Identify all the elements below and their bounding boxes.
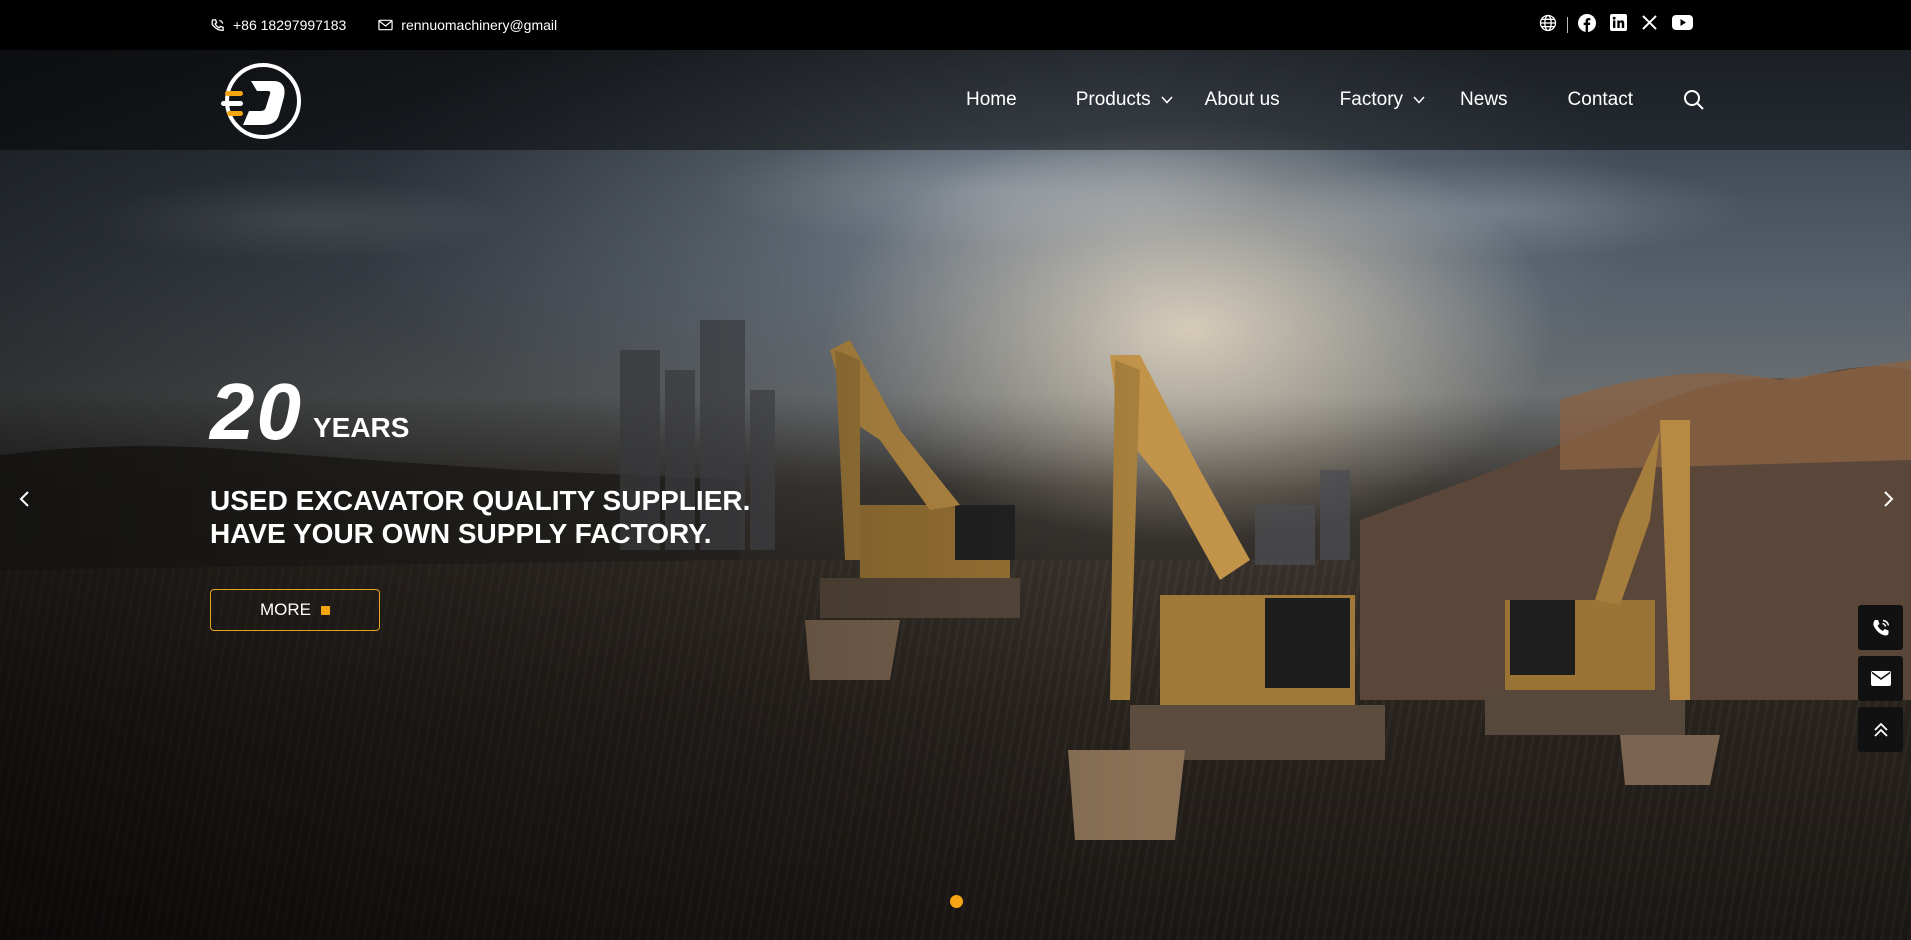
phone-icon xyxy=(210,18,225,33)
more-button[interactable]: MORE xyxy=(210,589,380,631)
nav-item-products[interactable]: Products xyxy=(1076,89,1173,111)
back-to-top-icon xyxy=(1873,722,1888,737)
back-to-top-button[interactable] xyxy=(1858,707,1903,752)
divider xyxy=(1567,17,1568,33)
email-address: rennuomachinery@gmail xyxy=(401,17,558,33)
phone-icon xyxy=(1872,619,1889,635)
linkedin-icon[interactable] xyxy=(1610,14,1627,36)
mail-icon xyxy=(1870,671,1891,686)
social-links xyxy=(1539,0,1693,50)
chevron-right-icon xyxy=(1884,491,1894,507)
email-contact[interactable]: rennuomachinery@gmail xyxy=(378,17,557,33)
float-mail-button[interactable] xyxy=(1858,656,1903,701)
slider-dot-active[interactable] xyxy=(950,895,963,908)
chevron-down-icon xyxy=(1413,96,1425,104)
contact-info: +86 18297997183 rennuomachinery@gmail xyxy=(210,0,557,50)
mail-icon xyxy=(378,19,393,31)
slider-prev-button[interactable] xyxy=(14,488,36,510)
headline-line-1: USED EXCAVATOR QUALITY SUPPLIER. xyxy=(210,485,751,516)
phone-contact[interactable]: +86 18297997183 xyxy=(210,17,346,33)
nav-item-contact[interactable]: Contact xyxy=(1568,89,1633,111)
x-icon[interactable] xyxy=(1641,14,1658,36)
chevron-down-icon xyxy=(1161,96,1173,104)
float-phone-button[interactable] xyxy=(1858,605,1903,650)
chevron-left-icon xyxy=(19,491,29,507)
nav-item-about-us[interactable]: About us xyxy=(1205,89,1280,111)
phone-number: +86 18297997183 xyxy=(233,17,347,33)
primary-nav: Home Products About us Factory News Cont… xyxy=(966,50,1633,150)
slider-next-button[interactable] xyxy=(1877,488,1899,510)
search-icon xyxy=(1684,90,1704,110)
more-button-label: MORE xyxy=(260,600,311,619)
nav-item-news[interactable]: News xyxy=(1460,89,1508,111)
years-badge: 20 YEARS xyxy=(210,372,409,452)
facebook-icon[interactable] xyxy=(1578,13,1596,37)
youtube-icon[interactable] xyxy=(1672,15,1693,35)
site-logo[interactable] xyxy=(221,63,303,139)
years-unit: YEARS xyxy=(312,412,410,443)
top-info-bar: +86 18297997183 rennuomachinery@gmail xyxy=(0,0,1911,50)
years-number: 20 xyxy=(210,367,303,456)
hero-headline: USED EXCAVATOR QUALITY SUPPLIER. HAVE YO… xyxy=(210,484,750,550)
main-navbar: Home Products About us Factory News Cont… xyxy=(0,50,1911,150)
headline-line-2: HAVE YOUR OWN SUPPLY FACTORY. xyxy=(210,518,712,549)
search-button[interactable] xyxy=(1682,88,1706,112)
nav-item-factory[interactable]: Factory xyxy=(1340,89,1425,111)
square-icon xyxy=(321,605,330,615)
globe-icon[interactable] xyxy=(1539,14,1557,37)
nav-item-home[interactable]: Home xyxy=(966,89,1017,111)
